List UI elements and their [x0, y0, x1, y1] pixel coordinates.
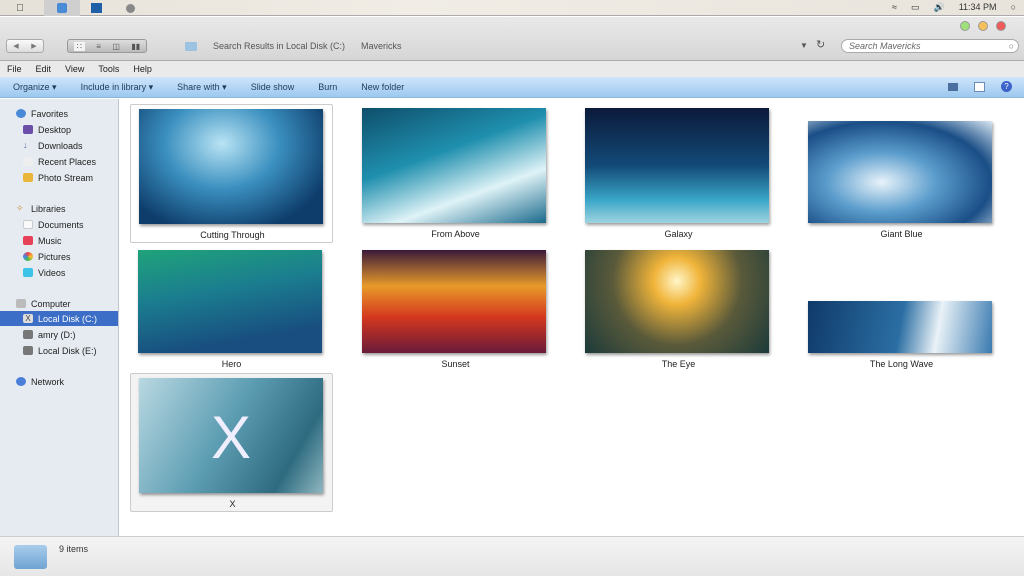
system-menubar:  ≈ ▭ 🔊 11:34 PM ○ [0, 0, 1024, 16]
list-view-button[interactable]: ≡ [96, 42, 101, 51]
search-icon: ○ [1008, 41, 1014, 51]
file-item-the-eye[interactable]: The Eye [577, 244, 780, 369]
spotlight-icon[interactable]: ○ [1011, 2, 1016, 13]
icon-view-button[interactable]: ∷ [73, 41, 85, 51]
disk-icon [23, 330, 33, 339]
favorites-icon [16, 109, 26, 118]
folder-icon [14, 545, 47, 569]
status-bar: 9 items [0, 536, 1024, 576]
refresh-icon[interactable]: ↻ [816, 38, 825, 51]
sidebar-item-downloads[interactable]: ↓ Downloads [0, 138, 118, 153]
coverflow-view-button[interactable]: ▮▮ [131, 42, 140, 51]
sidebar-item-documents[interactable]: Documents [0, 217, 118, 232]
preview-pane-icon[interactable] [974, 81, 985, 92]
file-grid: Cutting Through From Above Galaxy Giant … [119, 99, 1024, 536]
breadcrumb-mavericks[interactable]: Mavericks [361, 41, 402, 51]
menu-file[interactable]: File [7, 64, 22, 74]
sidebar-item-local-disk-e[interactable]: Local Disk (E:) [0, 343, 118, 358]
change-view-icon[interactable] [948, 82, 958, 91]
wifi-icon[interactable]: ≈ [892, 2, 897, 13]
file-item-cutting-through[interactable]: Cutting Through [130, 104, 333, 243]
sidebar-item-videos[interactable]: Videos [0, 265, 118, 280]
libraries-icon: ✧ [16, 203, 24, 213]
clock[interactable]: 11:34 PM [959, 2, 997, 13]
sidebar-network[interactable]: Network [0, 374, 118, 389]
volume-icon[interactable]: 🔊 [933, 2, 944, 13]
breadcrumb: Search Results in Local Disk (C:) Maveri… [185, 41, 402, 51]
sidebar-computer[interactable]: Computer [0, 296, 118, 311]
file-item-galaxy[interactable]: Galaxy [577, 104, 780, 243]
thumbnail [808, 121, 992, 223]
sidebar-item-pictures[interactable]: Pictures [0, 249, 118, 264]
back-button[interactable]: ◀ [13, 42, 18, 50]
downloads-icon: ↓ [23, 140, 28, 150]
minimize-button[interactable] [978, 21, 988, 31]
maximize-button[interactable] [960, 21, 970, 31]
menu-edit[interactable]: Edit [36, 64, 52, 74]
navigation-pane: Favorites Desktop ↓ Downloads Recent Plac… [0, 99, 119, 536]
help-icon[interactable]: ? [1001, 81, 1012, 92]
apple-icon[interactable]:  [2, 0, 38, 16]
search-input[interactable]: Search Mavericks ○ [841, 39, 1019, 53]
disk-icon [23, 346, 33, 355]
videos-icon [23, 268, 33, 277]
window-titlebar: ◀ ▶ ∷ ≡ ◫ ▮▮ Search Results in Local Disk… [0, 17, 1024, 61]
file-item-the-long-wave[interactable]: The Long Wave [800, 244, 1003, 369]
thumbnail [362, 250, 546, 353]
thumbnail [362, 108, 546, 223]
file-item-x[interactable]: X X [130, 373, 333, 512]
thumbnail [139, 109, 323, 224]
item-count: 9 items [59, 544, 89, 554]
organize-button[interactable]: Organize ▾ [13, 82, 57, 93]
disk-c-icon: X [23, 314, 33, 323]
file-item-giant-blue[interactable]: Giant Blue [800, 104, 1003, 243]
close-button[interactable] [996, 21, 1006, 31]
thumbnail: X [139, 378, 323, 493]
sidebar-item-recent-places[interactable]: Recent Places [0, 154, 118, 169]
thumbnail [138, 250, 322, 353]
thumbnail [585, 108, 769, 223]
desktop-icon [23, 125, 33, 134]
sidebar-item-amry-d[interactable]: amry (D:) [0, 327, 118, 342]
music-icon [23, 236, 33, 245]
menu-view[interactable]: View [65, 64, 84, 74]
column-view-button[interactable]: ◫ [112, 42, 120, 51]
pictures-icon [23, 252, 33, 261]
sidebar-favorites[interactable]: Favorites [0, 106, 118, 121]
sidebar-item-desktop[interactable]: Desktop [0, 122, 118, 137]
folder-icon [185, 41, 197, 51]
history-dropdown-icon[interactable]: ▼ [800, 41, 808, 50]
menu-tools[interactable]: Tools [98, 64, 119, 74]
photo-stream-icon [23, 173, 33, 182]
sidebar-item-local-disk-c[interactable]: X Local Disk (C:) [0, 311, 118, 326]
menu-bar: File Edit View Tools Help [0, 61, 1024, 77]
documents-icon [23, 220, 33, 229]
command-bar: Organize ▾ Include in library ▾ Share wi… [0, 77, 1024, 98]
battery-icon[interactable]: ▭ [911, 2, 920, 13]
sidebar-item-music[interactable]: Music [0, 233, 118, 248]
forward-button[interactable]: ▶ [31, 42, 36, 50]
slide-show-button[interactable]: Slide show [251, 82, 295, 92]
sidebar-item-photo-stream[interactable]: Photo Stream [0, 170, 118, 185]
recent-places-icon [23, 157, 33, 166]
breadcrumb-search-results[interactable]: Search Results in Local Disk (C:) [213, 41, 345, 51]
thumbnail [585, 250, 769, 353]
computer-icon [16, 299, 26, 308]
finder-icon[interactable] [44, 0, 80, 16]
menu-help[interactable]: Help [133, 64, 152, 74]
burn-button[interactable]: Burn [318, 82, 337, 92]
share-with-button[interactable]: Share with ▾ [177, 82, 227, 93]
new-folder-button[interactable]: New folder [361, 82, 404, 92]
file-item-from-above[interactable]: From Above [354, 104, 557, 243]
include-in-library-button[interactable]: Include in library ▾ [81, 82, 154, 93]
app-icon[interactable] [112, 0, 148, 16]
photoshop-icon[interactable] [78, 0, 114, 16]
thumbnail [808, 301, 992, 353]
file-item-hero[interactable]: Hero [130, 244, 333, 369]
file-item-sunset[interactable]: Sunset [354, 244, 557, 369]
sidebar-libraries[interactable]: ✧ Libraries [0, 201, 118, 216]
network-icon [16, 377, 26, 386]
